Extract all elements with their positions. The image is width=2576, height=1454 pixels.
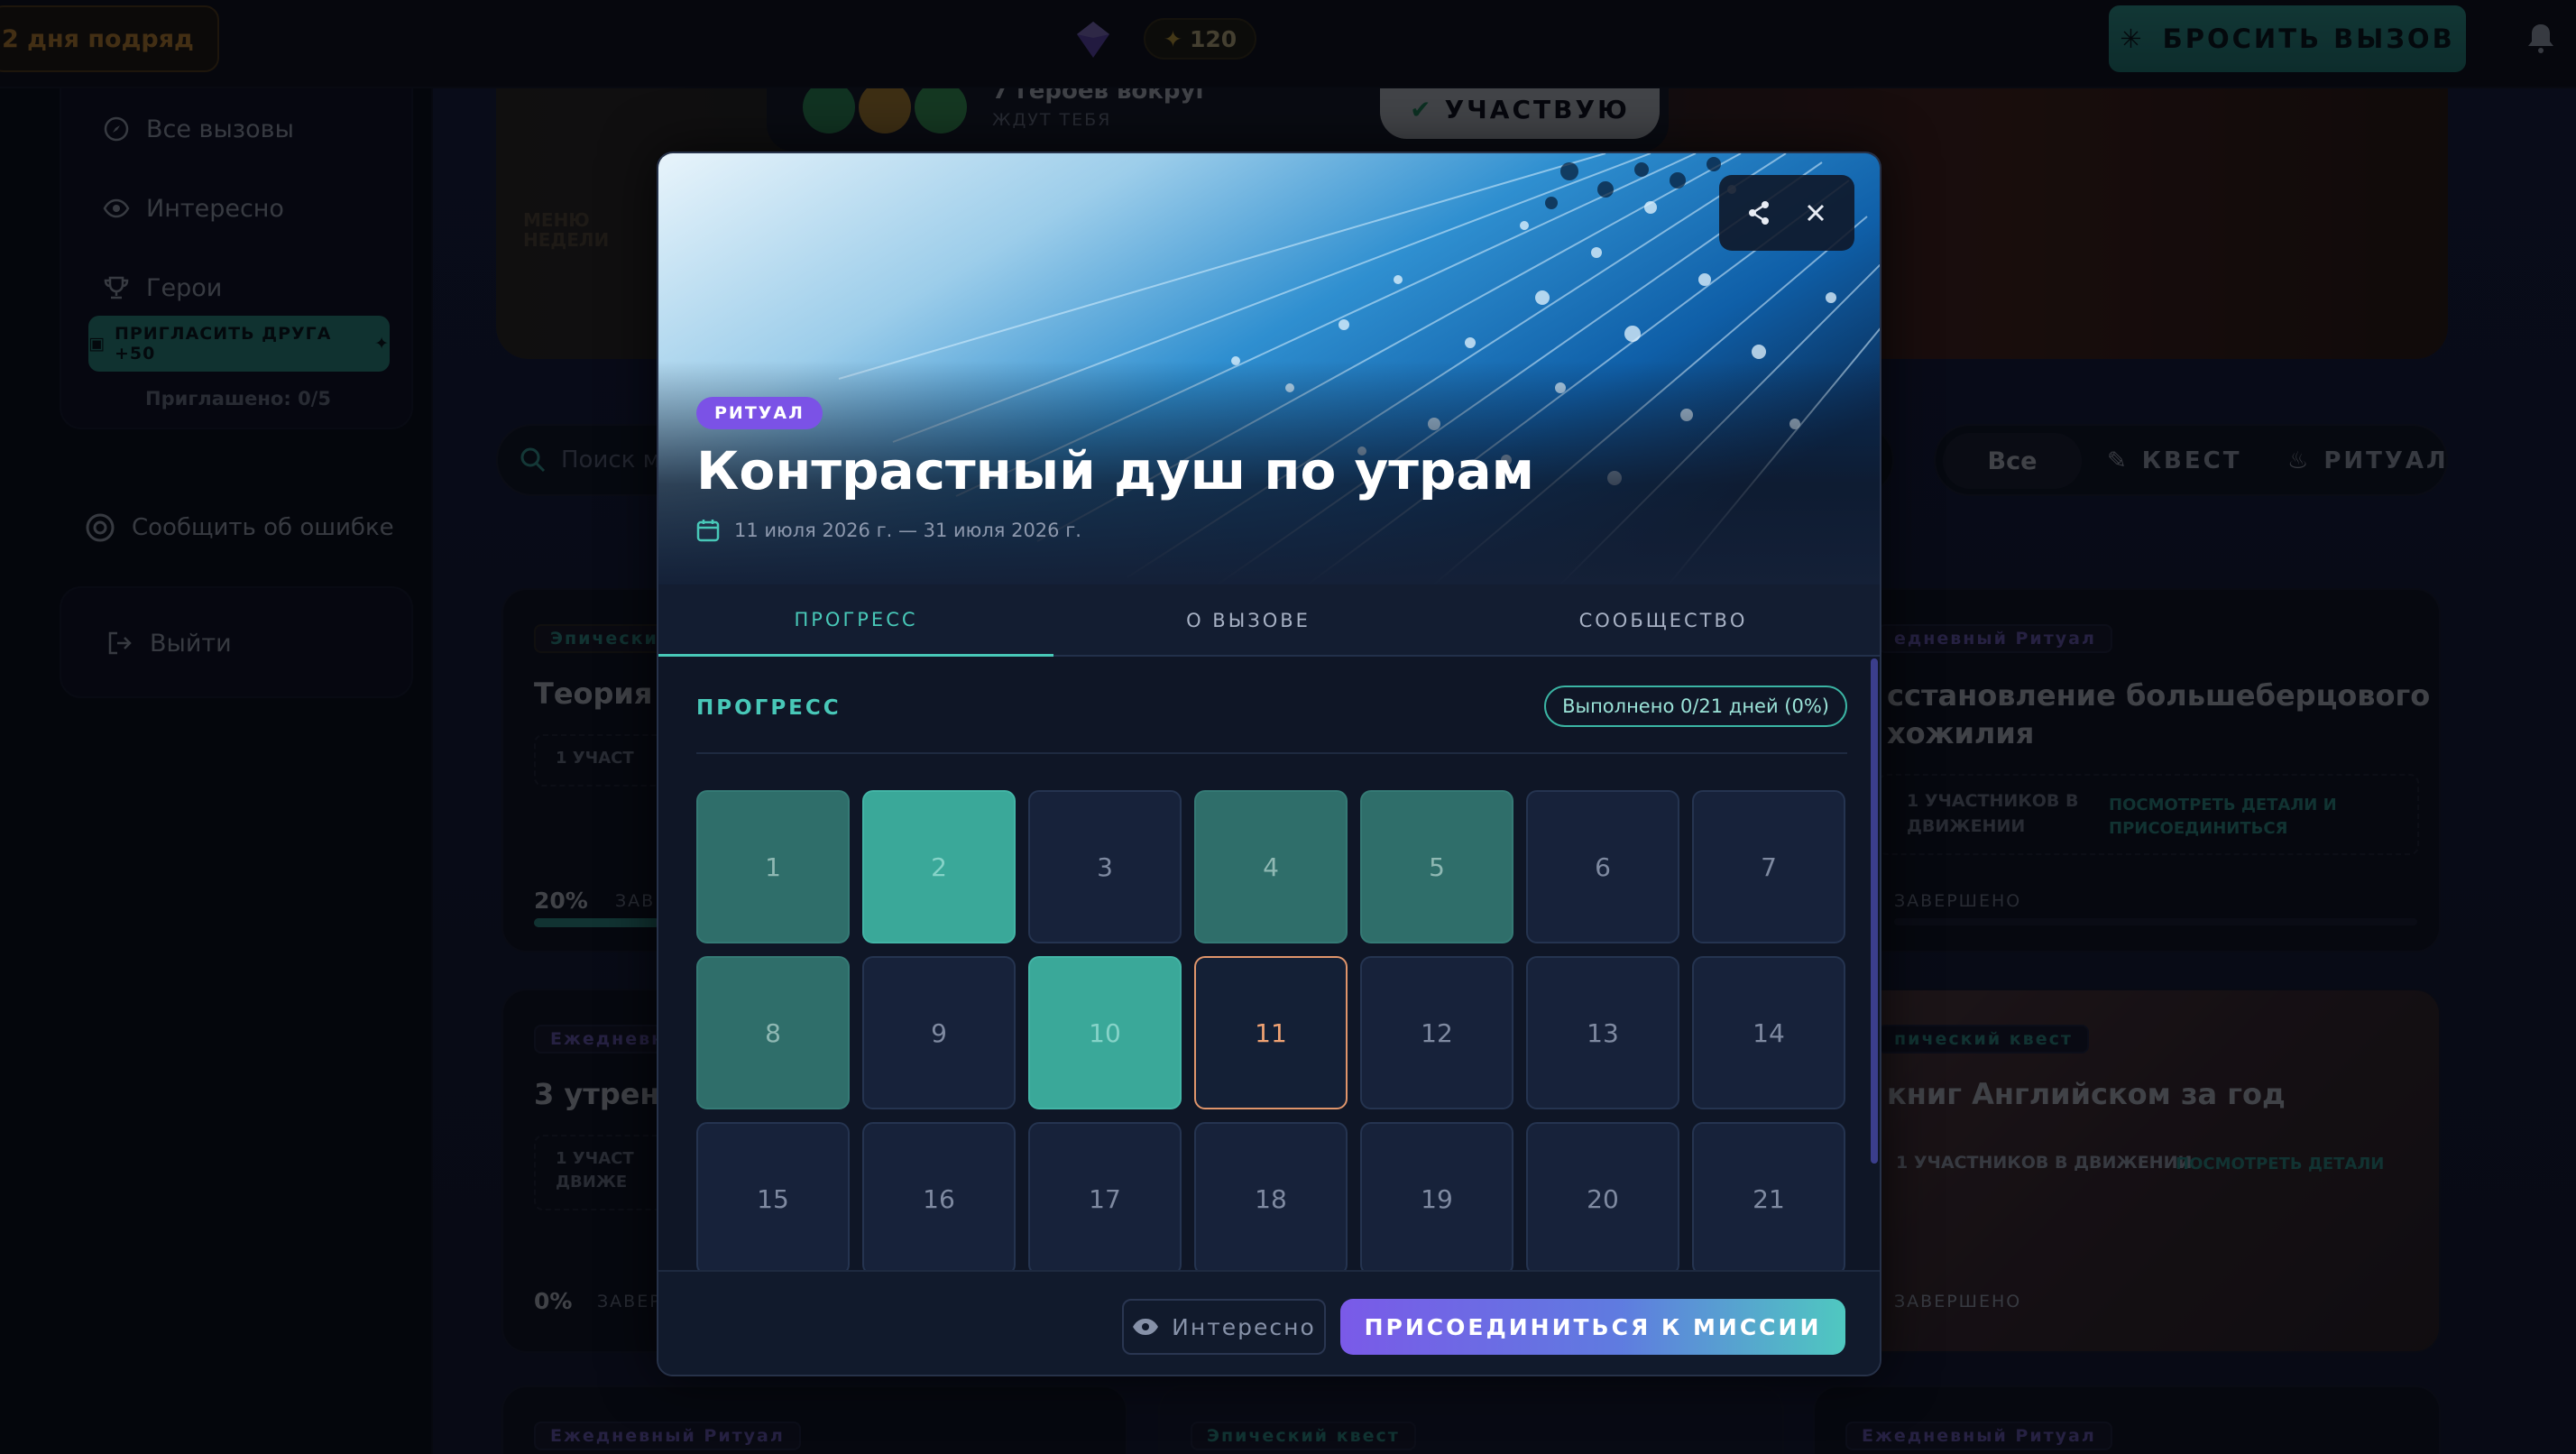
divider: [696, 752, 1847, 754]
share-button[interactable]: [1737, 191, 1780, 235]
modal-footer: Интересно ПРИСОЕДИНИТЬСЯ К МИССИИ: [658, 1270, 1880, 1375]
tab-community[interactable]: СООБЩЕСТВО: [1443, 584, 1880, 657]
day-cell[interactable]: 17: [1028, 1122, 1182, 1275]
date-range: 11 июля 2026 г. — 31 июля 2026 г.: [734, 520, 1081, 541]
day-cell[interactable]: 12: [1360, 956, 1513, 1109]
modal-title: Контрастный душ по утрам: [696, 440, 1534, 502]
day-cell[interactable]: 11: [1194, 956, 1348, 1109]
day-cell[interactable]: 15: [696, 1122, 850, 1275]
progress-header: ПРОГРЕСС Выполнено 0/21 дней (0%): [696, 686, 1847, 740]
share-icon: [1748, 201, 1769, 225]
eye-icon: [1133, 1319, 1159, 1335]
calendar-icon: [696, 520, 720, 542]
day-cell[interactable]: 16: [862, 1122, 1016, 1275]
tab-about[interactable]: О ВЫЗОВЕ: [1053, 584, 1443, 657]
day-cell[interactable]: 6: [1526, 790, 1679, 943]
day-cell[interactable]: 10: [1028, 956, 1182, 1109]
day-cell[interactable]: 18: [1194, 1122, 1348, 1275]
day-cell[interactable]: 7: [1692, 790, 1845, 943]
close-button[interactable]: [1794, 191, 1837, 235]
day-cell[interactable]: 13: [1526, 956, 1679, 1109]
day-cell[interactable]: 4: [1194, 790, 1348, 943]
day-cell[interactable]: 19: [1360, 1122, 1513, 1275]
modal-dates: 11 июля 2026 г. — 31 июля 2026 г.: [696, 519, 1081, 542]
day-cell[interactable]: 1: [696, 790, 850, 943]
scrollbar[interactable]: [1871, 658, 1878, 1164]
day-cell[interactable]: 2: [862, 790, 1016, 943]
ritual-tag: РИТУАЛ: [696, 397, 823, 429]
day-cell[interactable]: 20: [1526, 1122, 1679, 1275]
day-cell[interactable]: 8: [696, 956, 850, 1109]
day-cell[interactable]: 21: [1692, 1122, 1845, 1275]
interesting-button[interactable]: Интересно: [1122, 1299, 1326, 1355]
modal-header: РИТУАЛ Контрастный душ по утрам 11 июля …: [658, 153, 1880, 584]
progress-badge: Выполнено 0/21 дней (0%): [1544, 686, 1847, 727]
day-cell[interactable]: 14: [1692, 956, 1845, 1109]
progress-label: ПРОГРЕСС: [696, 696, 842, 720]
day-cell[interactable]: 5: [1360, 790, 1513, 943]
challenge-modal: РИТУАЛ Контрастный душ по утрам 11 июля …: [657, 152, 1881, 1376]
close-icon: [1807, 204, 1824, 222]
join-mission-button[interactable]: ПРИСОЕДИНИТЬСЯ К МИССИИ: [1340, 1299, 1845, 1355]
day-cell[interactable]: 9: [862, 956, 1016, 1109]
modal-tabs: ПРОГРЕСС О ВЫЗОВЕ СООБЩЕСТВО: [658, 584, 1880, 657]
interesting-label: Интересно: [1172, 1313, 1316, 1340]
tab-progress[interactable]: ПРОГРЕСС: [658, 584, 1053, 657]
header-actions: [1719, 175, 1854, 251]
day-cell[interactable]: 3: [1028, 790, 1182, 943]
app-root: 2 дня подряд ✦ 120 ✳ БРОСИТЬ ВЫЗОВ Все в…: [0, 0, 2576, 1454]
